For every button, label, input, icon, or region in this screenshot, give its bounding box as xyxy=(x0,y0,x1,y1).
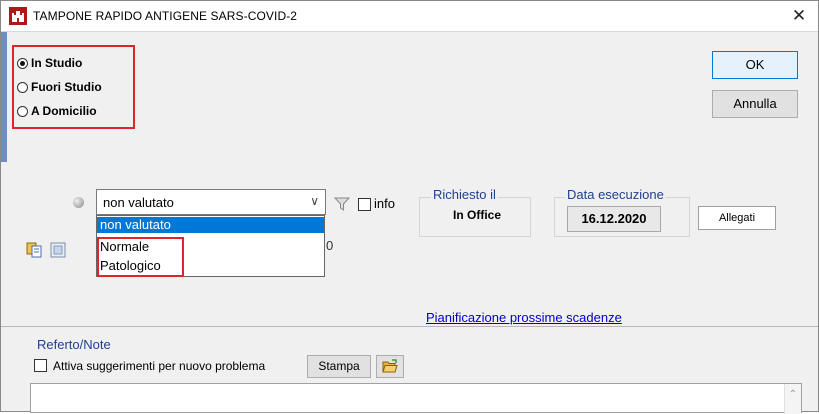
annulla-button[interactable]: Annulla xyxy=(712,90,798,118)
radio-checked-icon xyxy=(17,58,28,69)
radio-a-domicilio[interactable]: A Domicilio xyxy=(17,102,97,120)
richiesto-value: In Office xyxy=(453,208,502,222)
radio-in-studio[interactable]: In Studio xyxy=(17,54,82,72)
status-bullet-icon xyxy=(73,197,84,208)
list-panel-icon[interactable] xyxy=(50,242,66,258)
filter-icon[interactable] xyxy=(334,196,350,212)
allegati-button[interactable]: Allegati xyxy=(698,206,776,230)
dialog-window: TAMPONE RAPIDO ANTIGENE SARS-COVID-2 ✕ I… xyxy=(0,0,819,414)
radio-unchecked-icon xyxy=(17,106,28,117)
ok-button[interactable]: OK xyxy=(712,51,798,79)
result-combo[interactable]: non valutato ∨ xyxy=(96,189,326,215)
referto-textarea[interactable]: ⌃ xyxy=(30,383,802,414)
scroll-up-icon[interactable]: ⌃ xyxy=(784,384,801,414)
radio-a-domicilio-label: A Domicilio xyxy=(31,104,97,118)
open-folder-button[interactable] xyxy=(376,355,404,378)
window-title: TAMPONE RAPIDO ANTIGENE SARS-COVID-2 xyxy=(33,9,298,23)
partial-value-text: 0 xyxy=(326,238,334,253)
radio-fuori-studio-label: Fuori Studio xyxy=(31,80,102,94)
open-folder-icon xyxy=(382,359,398,373)
radio-in-studio-label: In Studio xyxy=(31,56,83,70)
data-esecuzione-field[interactable]: 16.12.2020 xyxy=(567,206,661,232)
copy-document-icon[interactable] xyxy=(26,242,42,258)
radio-fuori-studio[interactable]: Fuori Studio xyxy=(17,78,102,96)
dropdown-options-highlight xyxy=(97,237,184,277)
info-label: info xyxy=(374,196,395,211)
close-icon: ✕ xyxy=(791,6,807,25)
title-bar[interactable]: TAMPONE RAPIDO ANTIGENE SARS-COVID-2 ✕ xyxy=(1,1,818,32)
referto-title: Referto/Note xyxy=(37,337,111,352)
chevron-down-icon[interactable]: ∨ xyxy=(310,194,319,208)
dropdown-option-non-valutato[interactable]: non valutato xyxy=(97,217,324,233)
attiva-suggerimenti-checkbox[interactable] xyxy=(34,359,47,372)
app-castle-icon xyxy=(9,7,27,25)
result-combo-value: non valutato xyxy=(103,195,174,210)
section-divider xyxy=(1,326,818,327)
info-checkbox[interactable] xyxy=(358,198,371,211)
radio-unchecked-icon xyxy=(17,82,28,93)
pianificazione-link[interactable]: Pianificazione prossime scadenze xyxy=(426,310,622,325)
left-accent-stripe xyxy=(1,32,7,162)
richiesto-title: Richiesto il xyxy=(431,187,498,202)
attiva-suggerimenti-label: Attiva suggerimenti per nuovo problema xyxy=(53,359,266,373)
close-button[interactable]: ✕ xyxy=(788,5,810,27)
data-esecuzione-title: Data esecuzione xyxy=(565,187,666,202)
stampa-button[interactable]: Stampa xyxy=(307,355,371,378)
